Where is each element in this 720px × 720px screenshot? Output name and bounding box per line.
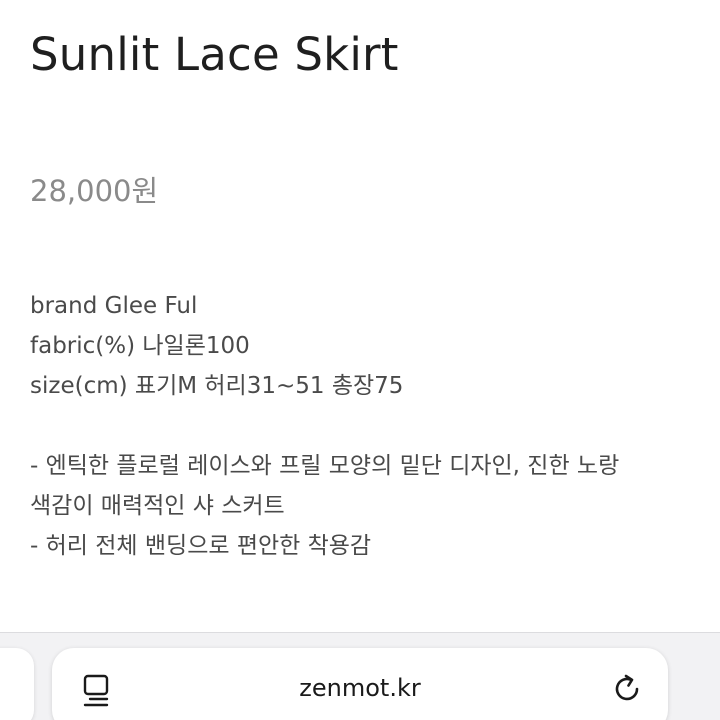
reload-icon[interactable] (610, 672, 644, 706)
product-page: Sunlit Lace Skirt 28,000원 brand Glee Ful… (0, 0, 720, 720)
detail-size: size(cm) 표기M 허리31~51 총장75 (30, 373, 404, 399)
detail-fabric: fabric(%) 나일론100 (30, 333, 250, 359)
detail-brand: brand Glee Ful (30, 293, 198, 319)
product-details: brand Glee Ful fabric(%) 나일론100 size(cm)… (30, 286, 700, 566)
previous-tab-card[interactable] (0, 648, 34, 720)
product-title: Sunlit Lace Skirt (30, 28, 399, 81)
address-bar[interactable]: zenmot.kr (52, 648, 668, 720)
detail-description-line: - 엔틱한 플로럴 레이스와 프릴 모양의 밑단 디자인, 진한 노랑 (30, 453, 620, 479)
detail-description-line: 색감이 매력적인 샤 스커트 (30, 493, 285, 519)
detail-description-line: - 허리 전체 밴딩으로 편안한 착용감 (30, 533, 372, 559)
product-price: 28,000원 (30, 174, 159, 208)
url-text[interactable]: zenmot.kr (52, 674, 668, 702)
detail-spacer (30, 406, 700, 446)
